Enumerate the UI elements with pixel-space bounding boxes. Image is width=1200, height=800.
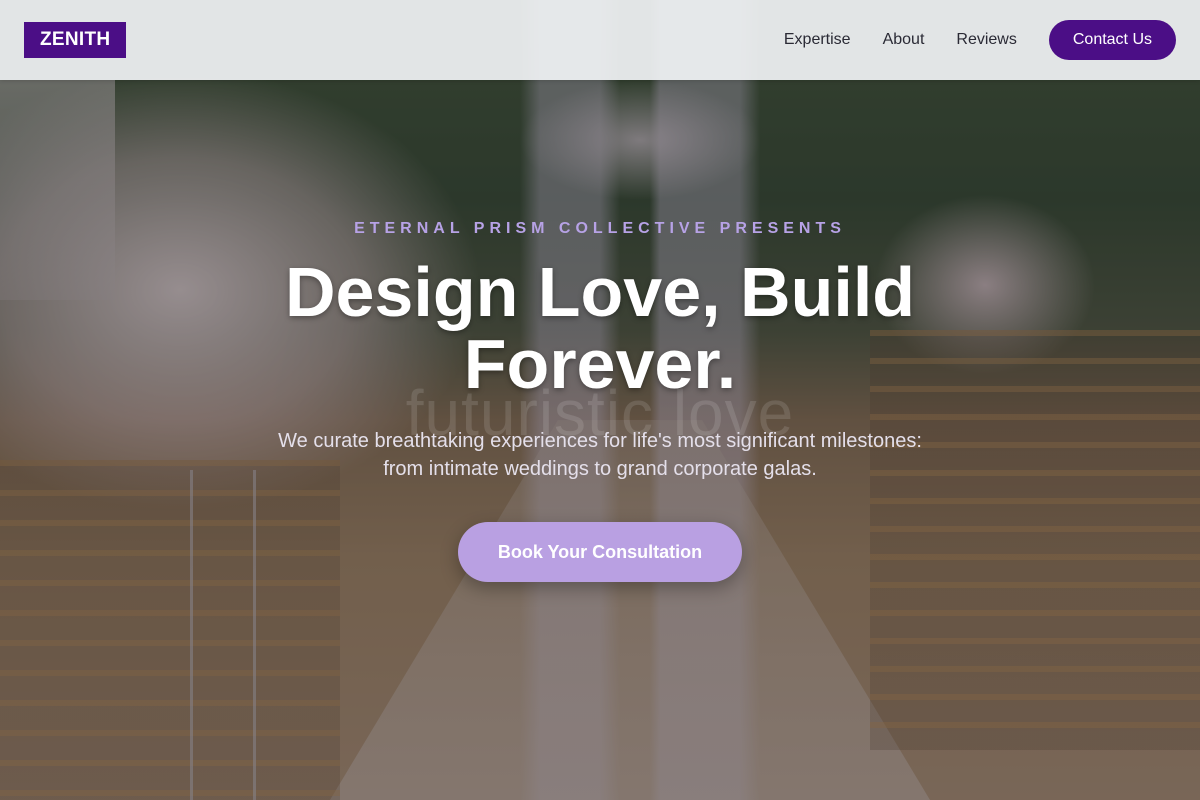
nav-link-reviews[interactable]: Reviews: [956, 31, 1016, 49]
page: ZENITH Expertise About Reviews Contact U…: [0, 0, 1200, 800]
nav-link-expertise[interactable]: Expertise: [784, 31, 851, 49]
book-consultation-button[interactable]: Book Your Consultation: [458, 522, 742, 582]
site-header: ZENITH Expertise About Reviews Contact U…: [0, 0, 1200, 80]
logo[interactable]: ZENITH: [24, 22, 127, 58]
hero-subtext: We curate breathtaking experiences for l…: [278, 430, 922, 480]
contact-us-button[interactable]: Contact Us: [1048, 20, 1176, 60]
main-nav: Expertise About Reviews Contact Us: [784, 20, 1176, 60]
nav-link-about[interactable]: About: [883, 31, 925, 49]
hero-headline: Design Love, Build Forever.: [284, 253, 916, 403]
hero-eyebrow: ETERNAL PRISM COLLECTIVE PRESENTS: [354, 220, 846, 237]
hero-section: ETERNAL PRISM COLLECTIVE PRESENTS futuri…: [0, 80, 1200, 800]
